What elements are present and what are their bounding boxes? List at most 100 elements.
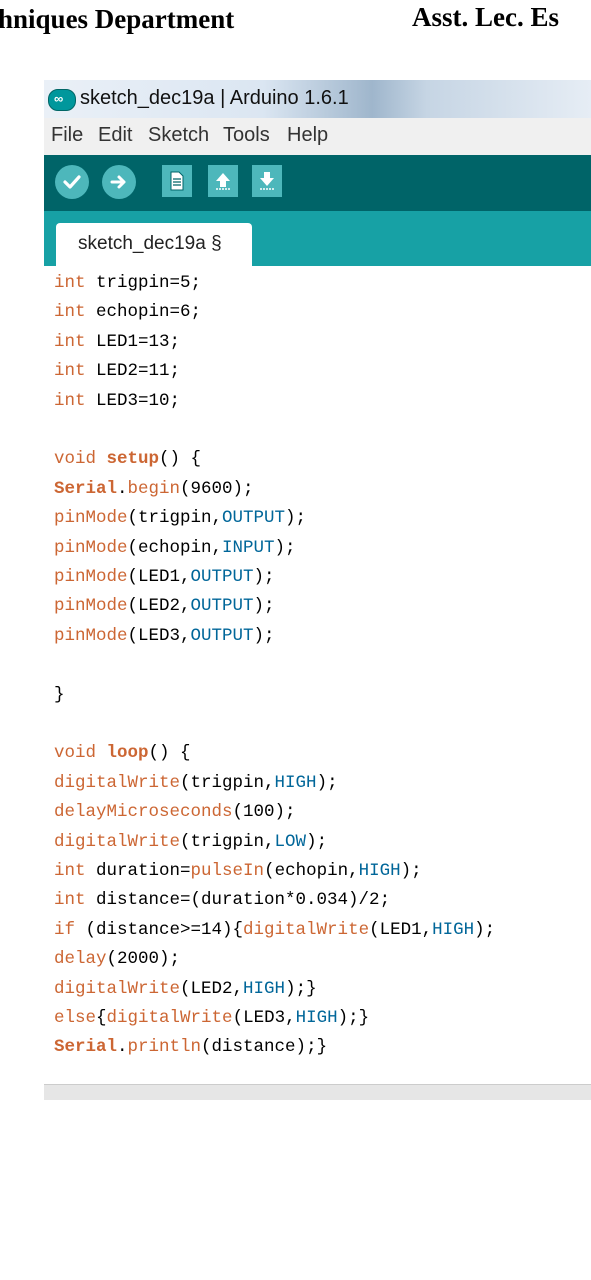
menu-sketch[interactable]: Sketch	[148, 124, 209, 147]
code-token: () {	[159, 449, 202, 470]
code-token: Serial	[54, 1037, 118, 1058]
toolbar	[44, 155, 591, 211]
code-line: if (distance>=14){digitalWrite(LED1,HIGH…	[54, 915, 495, 945]
code-token: HIGH	[243, 978, 286, 999]
code-line: }	[54, 680, 65, 710]
code-token: int	[54, 331, 86, 352]
code-token: () {	[148, 743, 191, 764]
code-token: if	[54, 919, 76, 940]
code-line: else{digitalWrite(LED3,HIGH);}	[54, 1003, 369, 1033]
code-token: Serial	[54, 478, 118, 499]
code-token: (LED1,	[127, 567, 191, 587]
new-button[interactable]	[162, 165, 192, 197]
code-token: HIGH	[295, 1008, 338, 1028]
code-token: echopin=6;	[85, 302, 202, 323]
code-token: digitalWrite	[106, 1008, 233, 1028]
code-token: );}	[285, 978, 317, 999]
code-token: digitalWrite	[54, 831, 181, 852]
code-token: println	[127, 1037, 202, 1058]
code-token: pinMode	[54, 537, 128, 558]
code-token: int	[54, 861, 86, 881]
code-line: Serial.println(distance);}	[54, 1032, 327, 1062]
title-bar: ∞ sketch_dec19a | Arduino 1.6.1	[44, 80, 591, 118]
code-token: LED2=11;	[85, 361, 181, 382]
code-token: delay	[54, 949, 107, 970]
code-editor[interactable]: int trigpin=5; int echopin=6; int LED1=13;…	[44, 266, 591, 1084]
code-token: );	[306, 831, 328, 852]
code-token: delayMicroseconds	[54, 802, 233, 823]
code-line: digitalWrite(trigpin,HIGH);	[54, 768, 338, 798]
verify-button[interactable]	[55, 165, 89, 199]
code-token: (echopin,	[127, 537, 223, 558]
code-token: HIGH	[432, 919, 475, 940]
code-token: (LED2,	[180, 978, 244, 999]
code-token: pinMode	[54, 596, 128, 617]
code-token: digitalWrite	[54, 978, 181, 999]
code-token: LED3=10;	[85, 390, 181, 411]
menu-edit[interactable]: Edit	[98, 124, 132, 147]
code-token: (2000);	[106, 949, 181, 970]
code-line: int duration=pulseIn(echopin,HIGH);	[54, 856, 422, 886]
menu-tools[interactable]: Tools	[223, 124, 270, 147]
code-token: void	[54, 449, 97, 470]
code-token: void	[54, 743, 97, 764]
code-token: OUTPUT	[190, 596, 254, 617]
code-line: pinMode(LED3,OUTPUT);	[54, 621, 275, 651]
code-token: pinMode	[54, 625, 128, 646]
code-token: );	[253, 567, 275, 587]
department-heading: hniques Department	[0, 4, 235, 34]
code-token: distance=(duration*0.034)/2;	[85, 890, 391, 911]
menu-bar: File Edit Sketch Tools Help	[44, 118, 591, 156]
code-token: loop	[106, 743, 149, 764]
code-token: }	[54, 684, 65, 705]
code-token: digitalWrite	[54, 772, 181, 793]
code-token: trigpin=5;	[85, 273, 202, 293]
tab-label: sketch_dec19a §	[78, 233, 222, 254]
code-line: pinMode(trigpin,OUTPUT);	[54, 503, 306, 533]
code-token: else	[54, 1008, 97, 1028]
code-line: int LED1=13;	[54, 327, 180, 357]
code-token: (LED2,	[127, 596, 191, 617]
code-token: );	[253, 625, 275, 646]
code-token: );	[474, 919, 496, 940]
tab-sketch[interactable]: sketch_dec19a §	[56, 223, 252, 266]
code-token: OUTPUT	[222, 508, 286, 529]
menu-file[interactable]: File	[51, 124, 83, 147]
verify-icon	[63, 175, 81, 189]
code-token: );	[274, 537, 296, 558]
code-line: delay(2000);	[54, 944, 180, 974]
code-line: digitalWrite(LED2,HIGH);}	[54, 974, 317, 1004]
open-button[interactable]	[208, 165, 238, 197]
upload-button[interactable]	[102, 165, 136, 199]
lecturer-heading: Asst. Lec. Es	[412, 2, 559, 32]
menu-help[interactable]: Help	[287, 124, 328, 147]
code-token: .	[117, 1037, 128, 1058]
code-token: int	[54, 302, 86, 323]
code-line: pinMode(LED2,OUTPUT);	[54, 591, 275, 621]
code-token: );}	[337, 1008, 370, 1028]
code-token: setup	[106, 449, 160, 470]
code-token: (echopin,	[264, 861, 359, 881]
code-token: digitalWrite	[243, 919, 370, 940]
code-token: int	[54, 890, 86, 911]
code-line: int LED2=11;	[54, 356, 180, 386]
code-token: );	[316, 772, 338, 793]
save-button[interactable]	[252, 165, 282, 197]
code-line: int trigpin=5;	[54, 268, 201, 298]
code-token: (trigpin,	[127, 508, 223, 529]
code-line: delayMicroseconds(100);	[54, 797, 296, 827]
code-token: int	[54, 361, 86, 382]
code-line: pinMode(LED1,OUTPUT);	[54, 562, 275, 592]
code-token: HIGH	[274, 772, 317, 793]
code-token: int	[54, 390, 86, 411]
code-token: pinMode	[54, 567, 128, 587]
arduino-ide-window: ∞ sketch_dec19a | Arduino 1.6.1 File Edi…	[44, 80, 591, 1100]
code-line: pinMode(echopin,INPUT);	[54, 533, 296, 563]
upload-icon	[110, 175, 126, 189]
code-token: .	[117, 478, 128, 499]
code-token: duration=	[85, 861, 191, 881]
new-icon	[170, 171, 184, 191]
code-line: int LED3=10;	[54, 386, 180, 416]
